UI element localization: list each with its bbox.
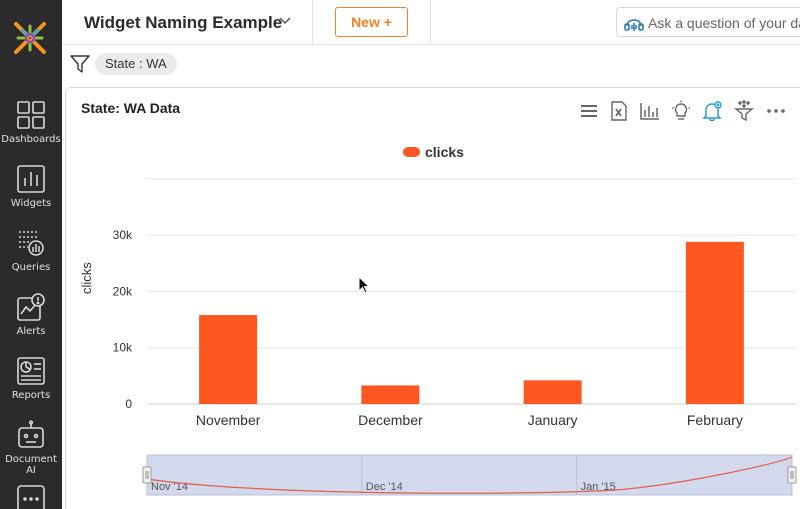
app-root: Dashboards Widgets Queries Alerts Report…	[0, 0, 800, 509]
bar-chart: 0 10k 20k 30k November December January Februar…	[113, 178, 797, 496]
filter-icon[interactable]	[70, 54, 90, 74]
voice-assistant-icon[interactable]	[623, 12, 645, 34]
chevron-down-icon[interactable]	[277, 13, 293, 29]
bar[interactable]	[361, 385, 420, 404]
sidebar-item-label: Document AI	[5, 454, 57, 476]
reports-icon	[17, 357, 45, 385]
sidebar-item-document-ai[interactable]: Document AI	[0, 420, 62, 476]
document-ai-icon	[18, 420, 44, 448]
sidebar: Dashboards Widgets Queries Alerts Report…	[0, 0, 62, 509]
ask-question-input[interactable]: Ask a question of your da	[616, 7, 800, 37]
sidebar-item-queries[interactable]: Queries	[0, 228, 62, 273]
sidebar-item-label: Reports	[11, 390, 51, 401]
more-icon	[17, 485, 45, 509]
y-tick-label: 10k	[113, 341, 133, 355]
y-tick-label: 20k	[113, 284, 133, 298]
new-button[interactable]: New +	[335, 7, 408, 37]
dashboards-icon	[17, 101, 45, 129]
sidebar-item-widgets[interactable]: Widgets	[0, 164, 62, 209]
filter-bar: State : WA	[62, 45, 800, 85]
x-tick-label: February	[687, 412, 743, 428]
sidebar-item-label: Widgets	[10, 198, 52, 209]
sidebar-item-label: Alerts	[16, 326, 46, 337]
bar[interactable]	[685, 241, 744, 404]
sidebar-item-alerts[interactable]: Alerts	[0, 292, 62, 337]
top-bar: Widget Naming Example New + Ask a questi…	[62, 0, 800, 45]
divider	[430, 0, 431, 45]
range-label: Dec '14	[366, 481, 403, 493]
sidebar-item-reports[interactable]: Reports	[0, 356, 62, 401]
filter-chip[interactable]: State : WA	[95, 53, 177, 75]
x-tick-label: November	[196, 412, 261, 428]
widgets-icon	[17, 165, 45, 193]
app-logo-icon[interactable]	[12, 20, 48, 56]
ask-question-placeholder: Ask a question of your da	[648, 15, 800, 31]
y-tick-label: 30k	[113, 228, 133, 242]
x-tick-label: December	[358, 412, 423, 428]
mouse-cursor-icon	[358, 276, 370, 294]
queries-icon	[19, 231, 44, 256]
sidebar-item-more[interactable]	[0, 484, 62, 509]
y-tick-label: 0	[125, 397, 132, 411]
divider	[312, 0, 313, 45]
alerts-icon	[17, 293, 45, 321]
sidebar-item-label: Queries	[11, 262, 51, 273]
sidebar-item-label: Dashboards	[1, 134, 61, 145]
widget-card: State: WA Data clicks clicks 0 10k 20k 3…	[65, 87, 800, 509]
x-tick-label: January	[528, 412, 578, 428]
page-title[interactable]: Widget Naming Example	[84, 13, 282, 33]
range-handle-left[interactable]	[142, 466, 152, 484]
range-handle-right[interactable]	[787, 466, 797, 484]
bar[interactable]	[523, 380, 582, 404]
bar[interactable]	[199, 315, 258, 404]
sidebar-item-dashboards[interactable]: Dashboards	[0, 100, 62, 145]
range-selector[interactable]	[146, 454, 793, 496]
